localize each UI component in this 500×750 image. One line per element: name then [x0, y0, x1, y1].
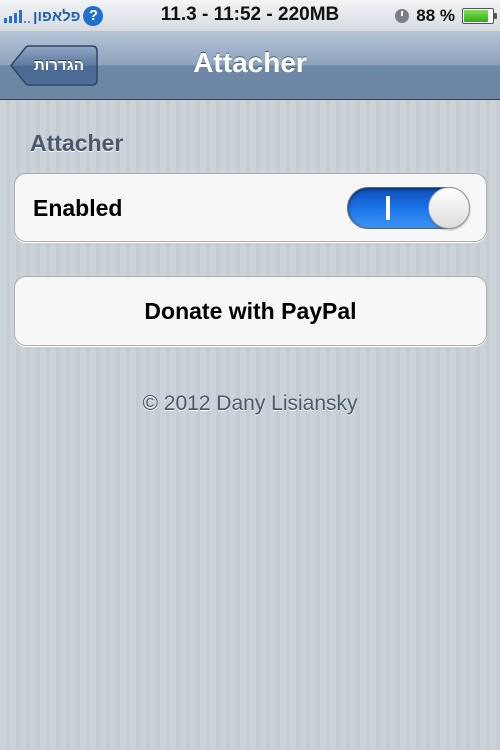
page-title: Attacher	[193, 47, 307, 78]
switch-knob	[428, 187, 470, 229]
donate-paypal-button[interactable]: Donate with PayPal	[14, 276, 487, 346]
donate-button-label: Donate with PayPal	[144, 298, 357, 324]
enabled-toggle[interactable]	[347, 187, 470, 229]
enabled-row: Enabled	[14, 173, 487, 242]
status-bar: פלאפון ? 11.3 - 11:52 - 220MB 88 %	[0, 0, 500, 32]
battery-icon	[462, 8, 497, 24]
section-header: Attacher	[30, 130, 124, 156]
navigation-bar: הגדרות Attacher	[0, 31, 500, 100]
status-right: 88 %	[395, 4, 497, 28]
switch-on-indicator-icon	[386, 196, 390, 220]
battery-percent: 88 %	[416, 6, 455, 25]
copyright-footer: © 2012 Dany Lisiansky	[142, 392, 358, 415]
enabled-label: Enabled	[33, 195, 123, 221]
clock-icon	[395, 9, 410, 23]
battery-fill	[464, 10, 488, 22]
